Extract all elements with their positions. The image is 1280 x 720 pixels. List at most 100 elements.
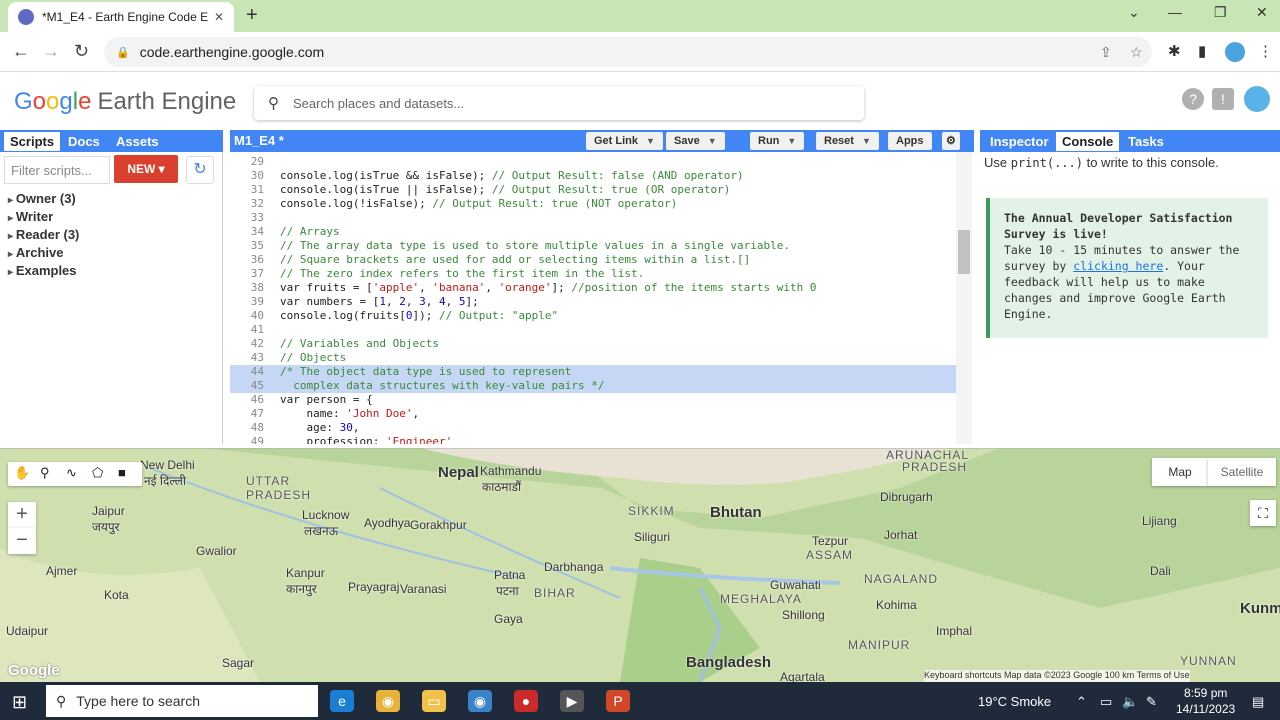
taskbar-search-placeholder: Type here to search: [76, 693, 201, 709]
code-line[interactable]: 44 /* The object data type is used to rep…: [230, 365, 956, 379]
tab-tasks[interactable]: Tasks: [1122, 132, 1170, 151]
edge-icon[interactable]: e: [330, 690, 354, 712]
code-text: // The array data type is used to store …: [280, 239, 790, 252]
draw-shape-icon[interactable]: ⬠: [92, 465, 103, 481]
code-line[interactable]: 42 // Variables and Objects: [230, 337, 956, 351]
clock-time[interactable]: 8:59 pm: [1184, 686, 1227, 700]
tree-item-reader[interactable]: Reader (3): [8, 226, 80, 244]
user-avatar[interactable]: [1244, 86, 1270, 112]
share-icon[interactable]: ⇪: [1100, 44, 1112, 61]
code-line[interactable]: 31 console.log(isTrue || isFalse); // Out…: [230, 183, 956, 197]
add-marker-icon[interactable]: ⚲: [40, 465, 50, 481]
code-line[interactable]: 46 var person = {: [230, 393, 956, 407]
chrome-icon[interactable]: ◉: [376, 690, 400, 712]
tree-item-writer[interactable]: Writer: [8, 208, 79, 226]
code-line[interactable]: 35 // The array data type is used to stor…: [230, 239, 956, 253]
zoom-out-button[interactable]: −: [8, 528, 36, 554]
fullscreen-icon[interactable]: ⛶: [1250, 500, 1276, 526]
extensions-icon[interactable]: ✱: [1168, 42, 1181, 60]
feedback-icon[interactable]: !: [1212, 88, 1234, 110]
tree-item-examples[interactable]: Examples: [8, 262, 79, 280]
code-line[interactable]: 34 // Arrays: [230, 225, 956, 239]
notification-icon[interactable]: ▤: [1252, 694, 1264, 710]
chrome-active-icon[interactable]: ◉: [468, 690, 492, 712]
tab-scripts[interactable]: Scripts: [4, 132, 61, 151]
taskbar-search[interactable]: ⚲ Type here to search: [46, 685, 318, 717]
help-icon[interactable]: ?: [1182, 88, 1204, 110]
editor-scrollbar[interactable]: [956, 152, 972, 444]
weather-text[interactable]: 19°C Smoke: [978, 694, 1051, 709]
tab-inspector[interactable]: Inspector: [984, 132, 1055, 151]
code-line[interactable]: 37 // The zero index refers to the first …: [230, 267, 956, 281]
map-type-satellite-button[interactable]: Satellite: [1208, 458, 1276, 486]
profile-avatar[interactable]: [1225, 42, 1245, 62]
new-tab-icon[interactable]: +: [246, 4, 258, 27]
network-icon[interactable]: ▭: [1100, 694, 1112, 710]
get-link-button[interactable]: Get Link ▼: [586, 132, 663, 150]
tab-console[interactable]: Console: [1056, 132, 1120, 151]
address-bar[interactable]: 🔒 code.earthengine.google.com ⇪ ☆: [104, 37, 1152, 67]
media-player-icon[interactable]: ▶: [560, 690, 584, 712]
clock-date[interactable]: 14/11/2023: [1176, 702, 1235, 716]
browser-menu-icon[interactable]: ⋮: [1258, 42, 1273, 60]
close-tab-icon[interactable]: ✕: [214, 10, 224, 24]
code-line[interactable]: 49 profession: 'Engineer': [230, 435, 956, 444]
code-line[interactable]: 30 console.log(isTrue && isFalse); // Out…: [230, 169, 956, 183]
code-line[interactable]: 43 // Objects: [230, 351, 956, 365]
tree-item-archive[interactable]: Archive: [8, 244, 79, 262]
chevron-down-icon: ▼: [707, 136, 717, 146]
side-panel-icon[interactable]: ▮: [1198, 42, 1206, 60]
code-line[interactable]: 41: [230, 323, 956, 337]
tab-search-icon[interactable]: ⌄: [1128, 4, 1140, 21]
tray-chevron-icon[interactable]: ⌃: [1076, 694, 1087, 710]
forward-icon[interactable]: →: [42, 41, 60, 62]
code-editor[interactable]: 29 30 console.log(isTrue && isFalse); // O…: [230, 152, 974, 444]
reset-button[interactable]: Reset ▼: [816, 132, 879, 150]
code-line[interactable]: 38 var fruits = ['apple', 'banana', 'oran…: [230, 281, 956, 295]
code-line[interactable]: 32 console.log(!isFalse); // Output Resul…: [230, 197, 956, 211]
filter-scripts-input[interactable]: Filter scripts...: [4, 156, 110, 184]
windows-start-icon[interactable]: ⊞: [12, 692, 27, 713]
minimize-icon[interactable]: —: [1168, 4, 1182, 20]
code-line[interactable]: 40 console.log(fruits[0]); // Output: "ap…: [230, 309, 956, 323]
restore-icon[interactable]: ❐: [1214, 4, 1227, 21]
code-line[interactable]: 39 var numbers = [1, 2, 3, 4, 5];: [230, 295, 956, 309]
code-text: // Variables and Objects: [280, 337, 439, 350]
map-type-map-button[interactable]: Map: [1152, 458, 1208, 486]
browser-tab-strip: *M1_E4 - Earth Engine Code Edi ✕ + ⌄ — ❐…: [0, 0, 1280, 32]
tree-item-owner[interactable]: Owner (3): [8, 190, 79, 208]
code-line[interactable]: 47 name: 'John Doe',: [230, 407, 956, 421]
tab-docs[interactable]: Docs: [62, 132, 106, 151]
bookmark-star-icon[interactable]: ☆: [1130, 44, 1143, 61]
draw-rectangle-icon[interactable]: ■: [118, 465, 126, 480]
map-attribution: Keyboard shortcuts Map data ©2023 Google…: [924, 670, 1190, 682]
zoom-in-button[interactable]: +: [8, 502, 36, 528]
scrollbar-thumb[interactable]: [958, 230, 970, 274]
save-button[interactable]: Save ▼: [666, 132, 725, 150]
draw-line-icon[interactable]: ∿: [66, 465, 77, 481]
back-icon[interactable]: ←: [12, 41, 30, 62]
apps-button[interactable]: Apps: [888, 132, 932, 150]
file-explorer-icon[interactable]: ▭: [422, 690, 446, 712]
volume-icon[interactable]: 🔈: [1122, 694, 1138, 710]
record-icon[interactable]: ●: [514, 690, 538, 712]
close-window-icon[interactable]: ✕: [1256, 4, 1268, 21]
map-view[interactable]: New Delhi नई दिल्ली UTTAR PRADESH Luckno…: [0, 448, 1280, 682]
code-line[interactable]: 29: [230, 155, 956, 169]
settings-gear-icon[interactable]: ⚙: [942, 132, 960, 150]
search-places-input[interactable]: ⚲ Search places and datasets...: [254, 86, 864, 120]
new-script-button[interactable]: NEW ▾: [114, 155, 178, 183]
browser-tab[interactable]: *M1_E4 - Earth Engine Code Edi ✕: [8, 2, 234, 32]
pen-icon[interactable]: ✎: [1146, 694, 1157, 710]
reload-icon[interactable]: ↻: [74, 41, 89, 62]
tab-assets[interactable]: Assets: [110, 132, 165, 151]
code-line[interactable]: 33: [230, 211, 956, 225]
code-line[interactable]: 36 // Square brackets are used for add or…: [230, 253, 956, 267]
pan-hand-icon[interactable]: ✋: [14, 465, 30, 481]
code-line[interactable]: 48 age: 30,: [230, 421, 956, 435]
code-line[interactable]: 45 complex data structures with key-valu…: [230, 379, 956, 393]
run-button[interactable]: Run ▼: [750, 132, 805, 150]
survey-link[interactable]: clicking here: [1073, 259, 1163, 273]
powerpoint-icon[interactable]: P: [606, 690, 630, 712]
refresh-icon[interactable]: ↻: [186, 156, 214, 184]
